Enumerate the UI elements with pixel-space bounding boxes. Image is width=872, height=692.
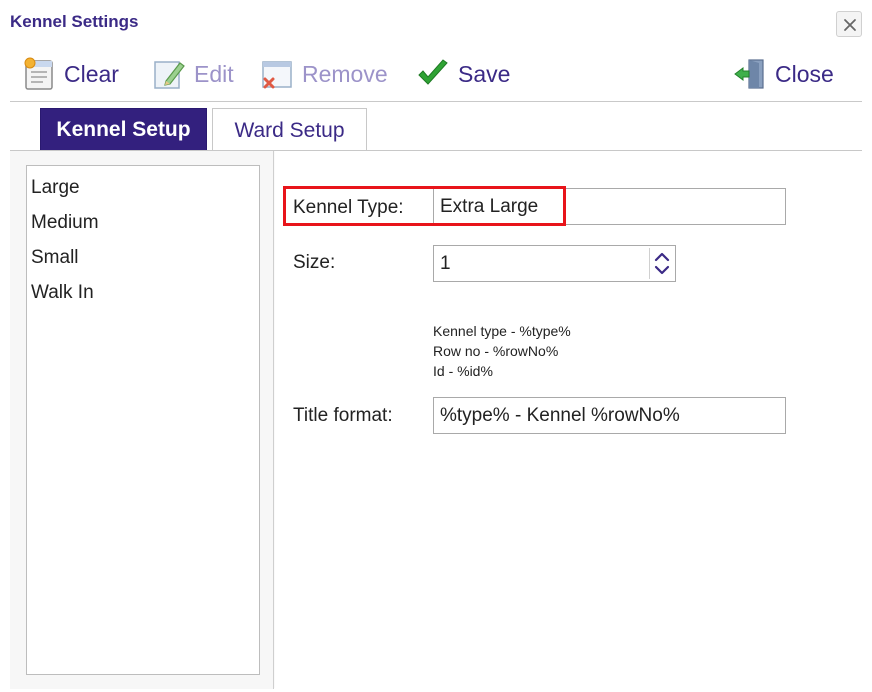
save-button-label: Save [458,60,511,87]
toolbar: Clear Edit Remove Save Close [10,50,862,102]
size-stepper[interactable]: 1 [433,245,676,282]
list-item[interactable]: Walk In [27,275,259,310]
hint-line: Row no - %rowNo% [433,343,559,359]
clear-button-label: Clear [64,60,119,87]
remove-window-icon [262,61,292,89]
edit-button[interactable]: Edit [152,54,234,94]
clear-document-icon [24,57,53,90]
save-button[interactable]: Save [416,54,510,94]
list-item[interactable]: Large [27,170,259,205]
exit-door-icon [734,59,764,89]
checkmark-icon [418,59,448,85]
close-button[interactable]: Close [733,54,834,94]
close-icon [844,19,856,31]
remove-button[interactable]: Remove [260,54,388,94]
close-button-label: Close [775,60,834,87]
title-format-label: Title format: [293,405,393,426]
window-close-button[interactable] [836,11,862,37]
tab-strip: Kennel Setup Ward Setup [0,104,872,152]
title-bar: Kennel Settings [0,0,872,46]
window-title: Kennel Settings [10,12,139,31]
list-item[interactable]: Medium [27,205,259,240]
details-form: Kennel Type: Extra Large Size: 1 Kennel … [275,151,862,689]
remove-button-label: Remove [302,60,388,87]
size-value: 1 [440,253,451,274]
hint-line: Kennel type - %type% [433,323,571,339]
stepper-arrows[interactable] [649,248,673,279]
hint-line: Id - %id% [433,363,493,379]
edit-button-label: Edit [194,60,234,87]
left-pane: Large Medium Small Walk In [10,151,274,689]
clear-button[interactable]: Clear [22,54,119,94]
kennel-type-highlight [283,186,566,226]
chevron-up-down-icon [654,252,670,275]
tab-content: Large Medium Small Walk In Kennel Type: … [10,150,862,689]
tab-ward-setup[interactable]: Ward Setup [212,108,367,152]
title-format-input[interactable]: %type% - Kennel %rowNo% [433,397,786,434]
list-item[interactable]: Small [27,240,259,275]
size-label: Size: [293,252,336,273]
kennel-type-list[interactable]: Large Medium Small Walk In [26,165,260,675]
tab-kennel-setup[interactable]: Kennel Setup [40,108,207,152]
placeholder-hint: Kennel type - %type% Row no - %rowNo% Id… [433,321,571,381]
edit-pencil-icon [154,61,185,89]
